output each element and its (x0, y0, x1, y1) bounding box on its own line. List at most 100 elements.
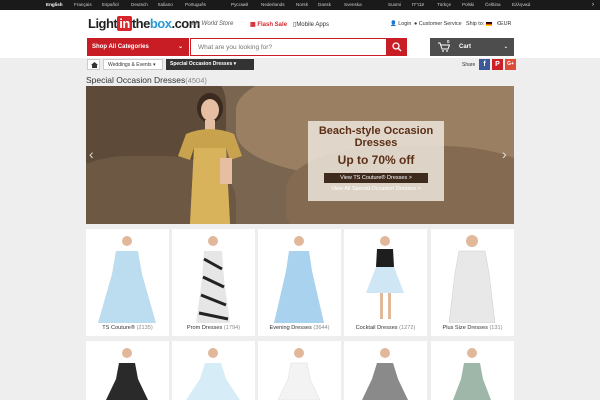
category-card-evening[interactable]: Evening Dresses (3644) (258, 229, 341, 336)
dress-image (106, 348, 148, 400)
cart-button[interactable]: 0 Cart ⌄ (430, 38, 514, 56)
category-count: (1272) (399, 325, 416, 331)
category-card-prom[interactable]: Prom Dresses (1794) (172, 229, 255, 336)
google-plus-icon[interactable]: G+ (505, 59, 516, 70)
search-icon (392, 42, 402, 52)
product-card[interactable] (344, 341, 427, 400)
logo-text: box (149, 16, 172, 31)
breadcrumb-weddings-events[interactable]: Weddings & Events ▾ (103, 59, 163, 70)
category-count: (1794) (223, 325, 241, 331)
dress-image (366, 236, 404, 319)
promo-headline: Beach-style Occasion Dresses (318, 125, 434, 149)
product-card[interactable] (86, 341, 169, 400)
language-english[interactable]: English (46, 0, 63, 10)
language-item[interactable]: Ελληνικά (512, 0, 530, 10)
logo-text: in (117, 16, 132, 31)
shop-all-categories-button[interactable]: Shop All Categories ⌄ (87, 38, 189, 56)
product-card[interactable] (172, 341, 255, 400)
facebook-icon[interactable]: f (479, 59, 490, 70)
language-item[interactable]: Čeština (485, 0, 501, 10)
logo-text: the (131, 16, 151, 31)
customer-service-link[interactable]: ● Customer Service (414, 21, 462, 27)
category-name: Cocktail Dresses (355, 325, 398, 331)
category-name: Prom Dresses (186, 325, 223, 331)
slide-indicator (280, 215, 304, 224)
view-ts-couture-link[interactable]: View TS Couture® Dresses > (324, 173, 428, 183)
product-card[interactable] (258, 341, 341, 400)
language-item[interactable]: Español (102, 0, 119, 10)
search-button[interactable] (387, 38, 407, 56)
dress-image (362, 348, 408, 400)
banner-model-image (178, 93, 242, 224)
currency-selector[interactable]: €EUR (497, 21, 511, 27)
language-bar: English Français Español Deutsch Italian… (0, 0, 600, 10)
breadcrumb-label: Special Occasion Dresses (170, 61, 233, 67)
category-card-ts-couture[interactable]: TS Couture® (2135) (86, 229, 169, 336)
chevron-left-icon[interactable]: ‹ (89, 146, 94, 162)
category-count: (3644) (313, 325, 330, 331)
breadcrumb-label: Weddings & Events (108, 62, 152, 68)
category-caption: Prom Dresses (1794) (172, 325, 255, 331)
dress-image (453, 348, 491, 400)
breadcrumb-home[interactable] (87, 59, 100, 70)
language-item[interactable]: Suomi (388, 0, 401, 10)
language-item[interactable]: Polski (462, 0, 474, 10)
language-item[interactable]: Dansk (318, 0, 331, 10)
dress-image (98, 236, 156, 323)
dress-image (274, 236, 324, 323)
chevron-right-icon[interactable]: › (592, 0, 594, 10)
category-count: (2135) (136, 325, 153, 331)
chevron-down-icon: ▾ (152, 62, 156, 68)
customer-service-label: Customer Service (418, 21, 462, 27)
search-row: Shop All Categories ⌄ 0 Cart ⌄ (0, 38, 600, 58)
language-item[interactable]: Français (74, 0, 92, 10)
product-card[interactable] (431, 341, 514, 400)
flash-sale-label: Flash Sale (257, 22, 288, 28)
category-name: TS Couture® (102, 325, 135, 331)
dress-image (196, 236, 230, 323)
dress-image (186, 348, 240, 400)
category-card-plus-size[interactable]: Plus Size Dresses (131) (431, 229, 514, 336)
store-tagline[interactable]: My World Store (192, 21, 233, 27)
mobile-apps-label: Mobile Apps (296, 22, 329, 28)
headset-icon: ● (414, 21, 418, 27)
flash-sale-link[interactable]: ▦ Flash Sale (250, 21, 287, 28)
dress-image (277, 348, 321, 400)
language-item[interactable]: Nederlands (261, 0, 285, 10)
promo-panel: Beach-style Occasion Dresses Up to 70% o… (308, 121, 444, 201)
site-logo[interactable]: Light in thebox.com (88, 16, 200, 31)
home-icon (91, 62, 98, 68)
language-item[interactable]: Deutsch (131, 0, 148, 10)
category-count: (131) (489, 325, 503, 331)
ship-to-label: Ship to: (466, 21, 485, 27)
cart-count: 0 (447, 39, 450, 44)
share-label: Share (462, 62, 476, 68)
category-name: Plus Size Dresses (442, 325, 488, 331)
chevron-down-icon: ▾ (233, 61, 237, 67)
pinterest-icon[interactable]: P (492, 59, 503, 70)
language-item[interactable]: Português (185, 0, 206, 10)
login-label: Login (398, 21, 412, 27)
category-card-cocktail[interactable]: Cocktail Dresses (1272) (344, 229, 427, 336)
search-input[interactable] (190, 38, 387, 56)
language-item[interactable]: Italiano (158, 0, 173, 10)
ship-to-selector[interactable]: Ship to: (466, 21, 492, 27)
page-title-text: Special Occasion Dresses (86, 75, 186, 85)
language-item[interactable]: עברית (412, 0, 424, 10)
language-item[interactable]: Русский (231, 0, 248, 10)
logo-text: Light (88, 16, 118, 31)
language-item[interactable]: Norsk (296, 0, 308, 10)
page-title: Special Occasion Dresses(4504) (86, 75, 207, 85)
view-all-special-occasion-link[interactable]: View All Special Occasion Dresses > (324, 185, 428, 194)
mobile-apps-link[interactable]: ▯Mobile Apps (293, 21, 329, 28)
category-caption: Evening Dresses (3644) (258, 325, 341, 331)
hero-banner[interactable]: Beach-style Occasion Dresses Up to 70% o… (86, 86, 514, 224)
chevron-down-icon: ⌄ (503, 44, 508, 50)
chevron-right-icon[interactable]: › (502, 146, 507, 162)
login-link[interactable]: 👤 Login (390, 21, 411, 27)
language-item[interactable]: Svenska (344, 0, 362, 10)
breadcrumb-special-occasion[interactable]: Special Occasion Dresses ▾ (166, 59, 254, 70)
chevron-down-icon: ⌄ (177, 44, 183, 50)
page-title-count: (4504) (185, 76, 207, 85)
language-item[interactable]: Türkçe (437, 0, 451, 10)
